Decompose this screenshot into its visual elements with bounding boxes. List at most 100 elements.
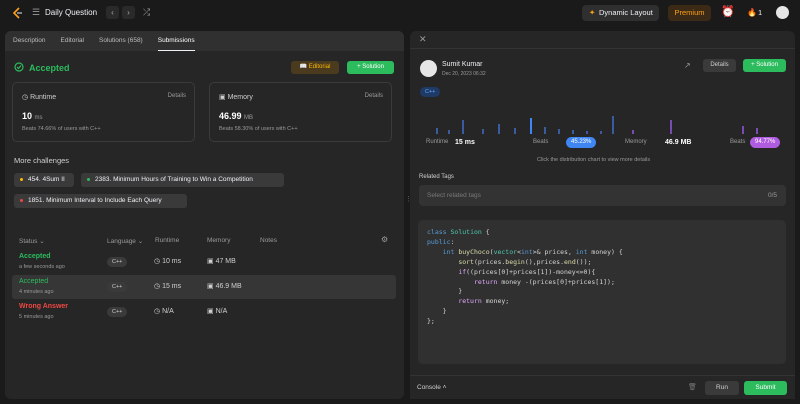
tab-submissions[interactable]: Submissions: [157, 31, 195, 51]
prev-question-button[interactable]: ‹: [106, 6, 119, 19]
memory-unit: MB: [244, 115, 254, 121]
user-name[interactable]: Sumit Kumar: [442, 61, 482, 68]
clock-icon: ◷: [154, 308, 163, 315]
challenge-chip[interactable]: 2383. Minimum Hours of Training to Win a…: [81, 173, 284, 187]
row-memory: ▣ 46.9 MB: [207, 282, 242, 290]
alarm-clock-icon[interactable]: ⏰: [721, 5, 735, 18]
bar: [600, 131, 602, 134]
bar: [558, 129, 560, 134]
submission-status: Accepted: [29, 63, 70, 73]
header-notes: Notes: [260, 237, 277, 244]
console-toggle[interactable]: Console ˄: [417, 384, 446, 391]
row-memory: ▣ N/A: [207, 307, 227, 315]
streak-fire-icon[interactable]: 🔥: [747, 8, 757, 17]
console-bar: Console ˄ 🗑 Run Submit: [410, 375, 795, 399]
memory-details-link[interactable]: Details: [365, 93, 383, 99]
row-runtime-value: 15 ms: [162, 283, 182, 290]
row-memory: ▣ 47 MB: [207, 257, 236, 265]
row-status[interactable]: Wrong Answer: [19, 303, 68, 310]
avatar[interactable]: [776, 6, 789, 19]
tags-select[interactable]: Select related tags 0/5: [419, 185, 786, 206]
language-tag: C++: [420, 87, 441, 97]
memory-label: ▣ Memory: [219, 93, 253, 101]
difficulty-dot: [87, 177, 90, 181]
bar: [436, 128, 438, 134]
user-avatar[interactable]: [420, 60, 437, 77]
premium-button[interactable]: Premium: [668, 5, 711, 21]
solution-button-right[interactable]: + Solution: [743, 59, 786, 72]
row-runtime-value: N/A: [162, 308, 174, 315]
settings-gear-icon[interactable]: ⚙: [381, 235, 388, 244]
code-line: }: [427, 307, 447, 316]
row-status[interactable]: Accepted: [19, 253, 51, 260]
code-line: return money -(prices[0]+prices[1]);: [473, 277, 615, 286]
runtime-card[interactable]: ◷ Runtime Details 10 ms Beats 74.66% of …: [12, 82, 195, 142]
row-runtime-value: 10 ms: [162, 258, 182, 265]
runtime-value-wrap: 10 ms: [22, 111, 43, 121]
bar: [482, 129, 484, 134]
distribution-chart[interactable]: [432, 104, 762, 134]
challenge-label: 454. 4Sum II: [28, 176, 65, 183]
shuffle-icon[interactable]: ⤮: [143, 7, 150, 18]
row-memory-value: N/A: [215, 308, 228, 315]
header-status[interactable]: Status ⌄: [19, 237, 45, 245]
tab-editorial[interactable]: Editorial: [61, 31, 84, 51]
runtime-details-link[interactable]: Details: [168, 93, 186, 99]
bar: [544, 127, 546, 134]
chip-icon: ▣: [219, 94, 228, 101]
streak-count[interactable]: 1: [758, 8, 762, 17]
bar: [498, 124, 500, 134]
row-language: C++: [107, 307, 128, 317]
header-status-label: Status: [19, 238, 38, 245]
problem-list-icon[interactable]: ☰: [32, 7, 40, 18]
run-button[interactable]: Run: [705, 381, 739, 395]
clock-icon: ◷: [22, 94, 31, 101]
close-icon[interactable]: ✕: [419, 34, 427, 45]
challenge-label: 2383. Minimum Hours of Training to Win a…: [95, 176, 253, 183]
memory-label-right: Memory: [625, 139, 647, 145]
bar: [530, 118, 532, 134]
chip-icon: ▣: [207, 283, 216, 290]
challenge-chip[interactable]: 454. 4Sum II: [14, 173, 74, 187]
editorial-button[interactable]: 📖 Editorial: [291, 61, 339, 74]
dynamic-layout-button[interactable]: ✦ Dynamic Layout: [582, 5, 659, 21]
next-question-button[interactable]: ›: [122, 6, 135, 19]
bar: [742, 126, 744, 134]
tags-placeholder: Select related tags: [427, 192, 481, 199]
problem-list-title[interactable]: Daily Question: [45, 8, 97, 17]
solution-label: Solution: [756, 62, 778, 68]
console-label: Console: [417, 384, 441, 391]
header-language[interactable]: Language ⌄: [107, 237, 143, 245]
memory-card[interactable]: ▣ Memory Details 46.99 MB Beats 58.30% o…: [209, 82, 392, 142]
code-line: sort(prices.begin(),prices.end());: [458, 257, 592, 266]
bar: [572, 130, 574, 134]
table-row[interactable]: Accepted 4 minutes ago C++ ◷ 15 ms ▣ 46.…: [12, 275, 396, 299]
runtime-label-text: Runtime: [30, 94, 57, 101]
solution-button[interactable]: + Solution: [347, 61, 394, 74]
leetcode-logo-icon[interactable]: [12, 7, 23, 19]
table-row[interactable]: Accepted a few seconds ago C++ ◷ 10 ms ▣…: [12, 250, 396, 274]
related-tags-heading: Related Tags: [419, 174, 454, 180]
challenge-chip[interactable]: 1851. Minimum Interval to Include Each Q…: [14, 194, 187, 208]
row-status[interactable]: Accepted: [19, 278, 48, 285]
tab-bar: Description Editorial Solutions (658) Su…: [5, 31, 404, 51]
submit-button[interactable]: Submit: [744, 381, 787, 395]
trash-icon[interactable]: 🗑: [688, 383, 697, 391]
memory-beats-label: Beats: [730, 139, 746, 145]
bar: [586, 131, 588, 134]
share-icon[interactable]: ↗: [684, 61, 691, 70]
chip-icon: ▣: [207, 258, 216, 265]
runtime-unit: ms: [34, 115, 43, 121]
memory-value-wrap: 46.99 MB: [219, 111, 253, 121]
row-memory-value: 46.9 MB: [215, 283, 242, 290]
details-button[interactable]: Details: [703, 59, 736, 72]
code-block[interactable]: class Solution {public: int buyChoco(vec…: [418, 220, 786, 364]
memory-beats-badge: 94.77%: [750, 137, 781, 148]
tab-description[interactable]: Description: [13, 31, 46, 51]
divider: [410, 48, 795, 49]
tab-solutions[interactable]: Solutions (658): [99, 31, 143, 51]
row-runtime: ◷ 10 ms: [154, 257, 181, 265]
table-row[interactable]: Wrong Answer 5 minutes ago C++ ◷ N/A ▣ N…: [12, 300, 396, 324]
top-bar: ☰ Daily Question ‹ › ⤮ ✦ Dynamic Layout …: [0, 0, 800, 26]
row-language: C++: [107, 282, 128, 292]
